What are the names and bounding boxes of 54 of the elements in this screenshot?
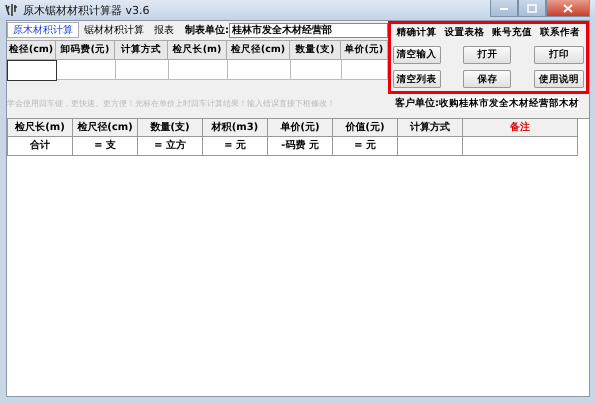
field-label: 制表单位: xyxy=(185,24,229,37)
menu-link[interactable]: 账号充值 xyxy=(492,26,532,39)
maximize-icon xyxy=(527,4,537,12)
table-cell: = 支 xyxy=(73,137,138,156)
input-cell[interactable] xyxy=(7,60,57,81)
close-button[interactable] xyxy=(546,0,590,17)
tab[interactable]: 原木材积计算 xyxy=(7,22,79,38)
tab[interactable]: 报表 xyxy=(149,23,179,37)
column-header[interactable]: 检尺长(m) xyxy=(7,119,73,137)
column-header[interactable]: 备注 xyxy=(463,119,578,137)
input-field[interactable]: 桂林市发全木材经营部 xyxy=(229,22,388,38)
maximize-button[interactable] xyxy=(518,0,546,17)
menu-link[interactable]: 精确计算 xyxy=(396,26,437,39)
minimize-button[interactable] xyxy=(490,0,518,17)
input-cell[interactable] xyxy=(228,60,291,80)
column-header[interactable]: 计算方式 xyxy=(398,119,463,137)
table-cell xyxy=(398,137,463,156)
column-header: 检尺径(cm) xyxy=(227,40,290,60)
column-header: 检径(cm) xyxy=(7,40,56,60)
column-header[interactable]: 材积(m3) xyxy=(203,119,268,137)
action-button[interactable]: 清空列表 xyxy=(392,70,441,88)
column-header: 单价(元) xyxy=(341,40,388,60)
input-cell[interactable] xyxy=(342,60,388,80)
column-header: 数量(支) xyxy=(290,40,341,60)
input-cell[interactable] xyxy=(169,60,228,80)
menu-link[interactable]: 联系作者 xyxy=(540,26,580,39)
action-button[interactable]: 使用说明 xyxy=(534,70,584,88)
action-button[interactable]: 打开 xyxy=(463,46,512,64)
tab[interactable]: 锯材材积计算 xyxy=(79,23,149,37)
table-cell: = 元 xyxy=(203,137,268,156)
table-cell: = 立方 xyxy=(138,137,203,156)
menu-link[interactable]: 设置表格 xyxy=(444,26,484,39)
action-button[interactable]: 清空输入 xyxy=(392,46,441,64)
window-title: 原木锯材材积计算器 v3.6 xyxy=(23,2,150,18)
input-cell[interactable] xyxy=(116,60,169,80)
action-button[interactable]: 保存 xyxy=(463,70,512,88)
input-cell[interactable] xyxy=(291,60,342,80)
close-icon xyxy=(563,4,573,12)
column-header[interactable]: 数量(支) xyxy=(138,119,203,137)
column-header[interactable]: 检尺径(cm) xyxy=(73,119,138,137)
field-label: 客户单位: xyxy=(395,96,439,110)
column-header[interactable]: 价值(元) xyxy=(333,119,398,137)
table-cell: = 元 xyxy=(333,137,398,156)
input-cell[interactable] xyxy=(57,60,116,80)
column-header: 卸码费(元) xyxy=(56,40,115,60)
column-header[interactable]: 单价(元) xyxy=(268,119,333,137)
input-field[interactable]: 收购桂林市发全木材经营部木材 xyxy=(439,96,579,110)
table-cell: 合计 xyxy=(7,137,73,156)
app-icon xyxy=(4,3,18,17)
table-cell: -码费 元 xyxy=(268,137,333,156)
column-header: 检尺长(m) xyxy=(168,40,227,60)
column-header: 计算方式 xyxy=(115,40,168,60)
minimize-icon xyxy=(499,5,509,11)
action-button[interactable]: 打印 xyxy=(534,46,584,64)
